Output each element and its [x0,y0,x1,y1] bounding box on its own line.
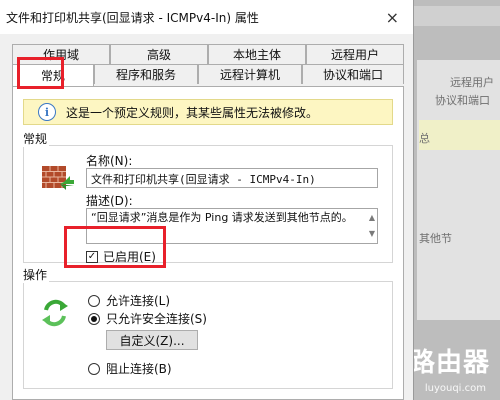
watermark-text: 路由器 [408,347,490,378]
block-connection-label: 阻止连接(B) [106,362,172,376]
tab-remote-computers[interactable]: 远程计算机 [198,64,302,84]
name-label: 名称(N): [86,154,133,168]
description-text: “回显请求”消息是作为 Ping 请求发送到其他节点的。 [91,211,353,224]
allow-connection-label: 允许连接(L) [106,294,171,308]
firewall-rule-icon [40,160,76,196]
tab-protocols-ports[interactable]: 协议和端口 [302,64,404,84]
background-text-3: 总 [419,132,430,145]
background-text-protocol: 协议和端口 [435,94,490,107]
general-group-label: 常规 [21,130,50,147]
tab-advanced[interactable]: 高级 [110,44,208,64]
tab-row-2: 常规 程序和服务 远程计算机 协议和端口 [12,64,404,86]
watermark-url: luyouqi.com [424,383,486,394]
background-text-4: 其他节 [419,232,452,245]
tab-remote-users[interactable]: 远程用户 [306,44,404,64]
scroll-up-icon[interactable]: ▲ [369,211,375,225]
title-bar: 文件和打印机共享(回显请求 - ICMPv4-In) 属性 [0,0,413,34]
description-label: 描述(D): [86,194,133,208]
tab-row-1: 作用域 高级 本地主体 远程用户 [12,44,404,64]
allow-connection-radio[interactable]: 允许连接(L) [88,292,170,309]
block-connection-radio[interactable]: 阻止连接(B) [88,360,172,377]
customize-button[interactable]: 自定义(Z)... [106,330,198,350]
info-banner-text: 这是一个预定义规则，其某些属性无法被修改。 [66,105,319,120]
highlight-general-tab [17,57,64,89]
window-title: 文件和打印机共享(回显请求 - ICMPv4-In) 属性 [6,10,259,25]
tab-programs-services[interactable]: 程序和服务 [94,64,198,84]
info-icon: i [38,103,56,121]
action-group-label: 操作 [21,266,50,283]
allow-secure-label: 只允许安全连接(S) [106,312,207,326]
background-text-remote-user: 远程用户 [450,76,494,89]
scroll-down-icon[interactable]: ▼ [369,227,375,241]
allow-secure-radio-circle[interactable] [88,312,100,325]
block-radio-circle[interactable] [88,362,100,375]
background-toolbar [413,6,500,26]
close-button[interactable]: × [386,8,399,27]
info-banner: i 这是一个预定义规则，其某些属性无法被修改。 [23,99,393,125]
tab-local-principals[interactable]: 本地主体 [208,44,306,64]
action-group: 操作 允许连接(L) 只允许安全连接(S) 自定义(Z)... 阻止连接(B) [21,266,393,389]
name-field[interactable]: 文件和打印机共享(回显请求 - ICMPv4-In) [86,168,378,188]
allow-secure-radio[interactable]: 只允许安全连接(S) [88,310,207,327]
allow-radio-circle[interactable] [88,294,100,307]
background-banner [419,120,500,150]
action-arrows-icon [38,296,72,330]
highlight-enabled-checkbox [64,226,166,268]
